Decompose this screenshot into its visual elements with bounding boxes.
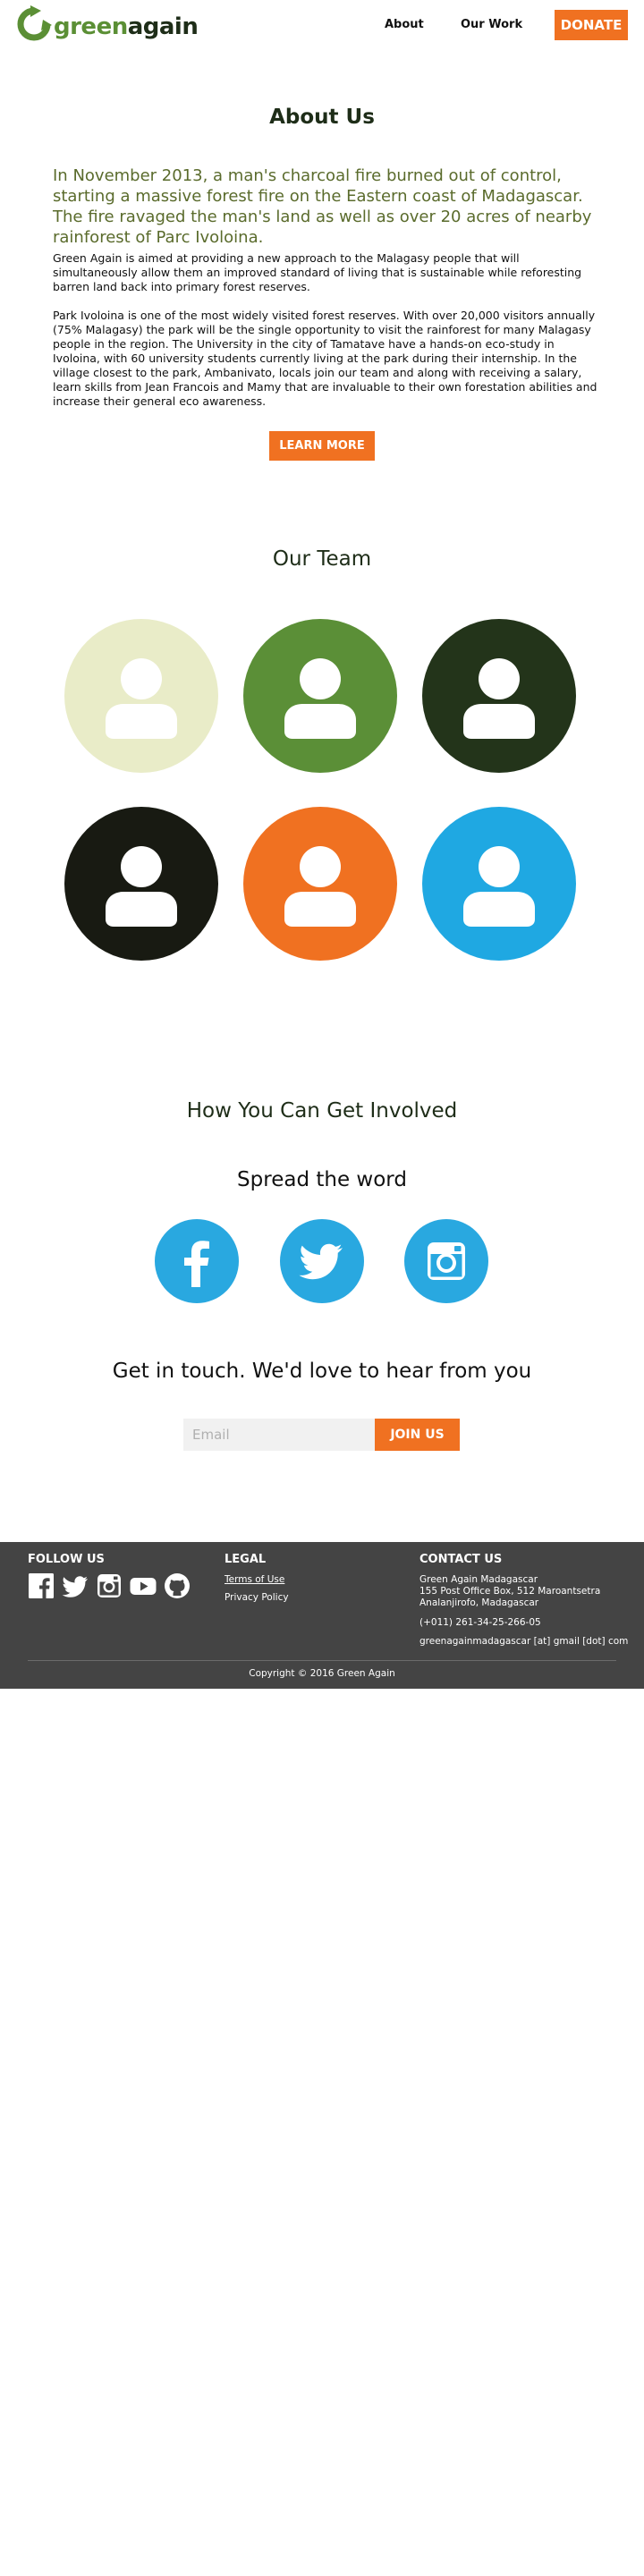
team-member-avatar[interactable]: [422, 807, 576, 961]
contact-title: Get in touch. We'd love to hear from you: [112, 1360, 532, 1383]
facebook-icon[interactable]: [28, 1572, 55, 1599]
contact-email: greenagainmadagascar [at] gmail [dot] co…: [419, 1636, 629, 1647]
logo-text-green: green: [54, 13, 128, 40]
legal-heading: LEGAL: [225, 1553, 267, 1566]
email-input[interactable]: [183, 1419, 375, 1451]
github-icon[interactable]: [164, 1572, 191, 1599]
nav-our-work[interactable]: Our Work: [461, 18, 522, 31]
site-logo[interactable]: greenagain: [16, 5, 199, 48]
team-member-avatar[interactable]: [64, 619, 218, 773]
instagram-share-button[interactable]: [404, 1219, 488, 1303]
copyright-text: Copyright © 2016 Green Again: [249, 1668, 395, 1679]
spread-title: Spread the word: [237, 1168, 407, 1191]
privacy-policy-link[interactable]: Privacy Policy: [225, 1592, 289, 1603]
site-footer: FOLLOW US LEGAL Terms of Use Privacy Pol…: [0, 1542, 644, 1689]
team-member-avatar[interactable]: [422, 619, 576, 773]
join-us-button[interactable]: JOIN US: [375, 1419, 460, 1451]
site-header: greenagain About Our Work DONATE: [0, 0, 644, 52]
logo-text-again: again: [127, 13, 199, 40]
nav-about[interactable]: About: [385, 18, 424, 31]
team-member-avatar[interactable]: [243, 807, 397, 961]
terms-of-use-link[interactable]: Terms of Use: [225, 1574, 284, 1585]
footer-social-icons: [28, 1572, 191, 1599]
facebook-share-button[interactable]: [155, 1219, 239, 1303]
learn-more-button[interactable]: LEARN MORE: [269, 431, 375, 461]
footer-divider: [28, 1660, 616, 1661]
team-title: Our Team: [272, 547, 372, 571]
about-paragraph-2: Park Ivoloina is one of the most widely …: [53, 309, 597, 408]
instagram-icon[interactable]: [96, 1572, 123, 1599]
contact-phone: (+011) 261-34-25-266-05: [419, 1617, 541, 1628]
team-member-avatar[interactable]: [64, 807, 218, 961]
twitter-share-button[interactable]: [280, 1219, 364, 1303]
about-title: About Us: [269, 106, 375, 129]
follow-us-heading: FOLLOW US: [28, 1553, 105, 1566]
about-paragraph-1: Green Again is aimed at providing a new …: [53, 251, 582, 293]
donate-button[interactable]: DONATE: [555, 10, 628, 40]
contact-address: Green Again Madagascar 155 Post Office B…: [419, 1574, 601, 1608]
recycle-logo-icon: [16, 5, 52, 48]
team-member-avatar[interactable]: [243, 619, 397, 773]
contact-us-heading: CONTACT US: [419, 1553, 503, 1566]
twitter-icon[interactable]: [62, 1572, 89, 1599]
about-lead-text: In November 2013, a man's charcoal fire …: [53, 166, 592, 247]
youtube-icon[interactable]: [130, 1572, 157, 1599]
involved-title: How You Can Get Involved: [186, 1099, 458, 1123]
